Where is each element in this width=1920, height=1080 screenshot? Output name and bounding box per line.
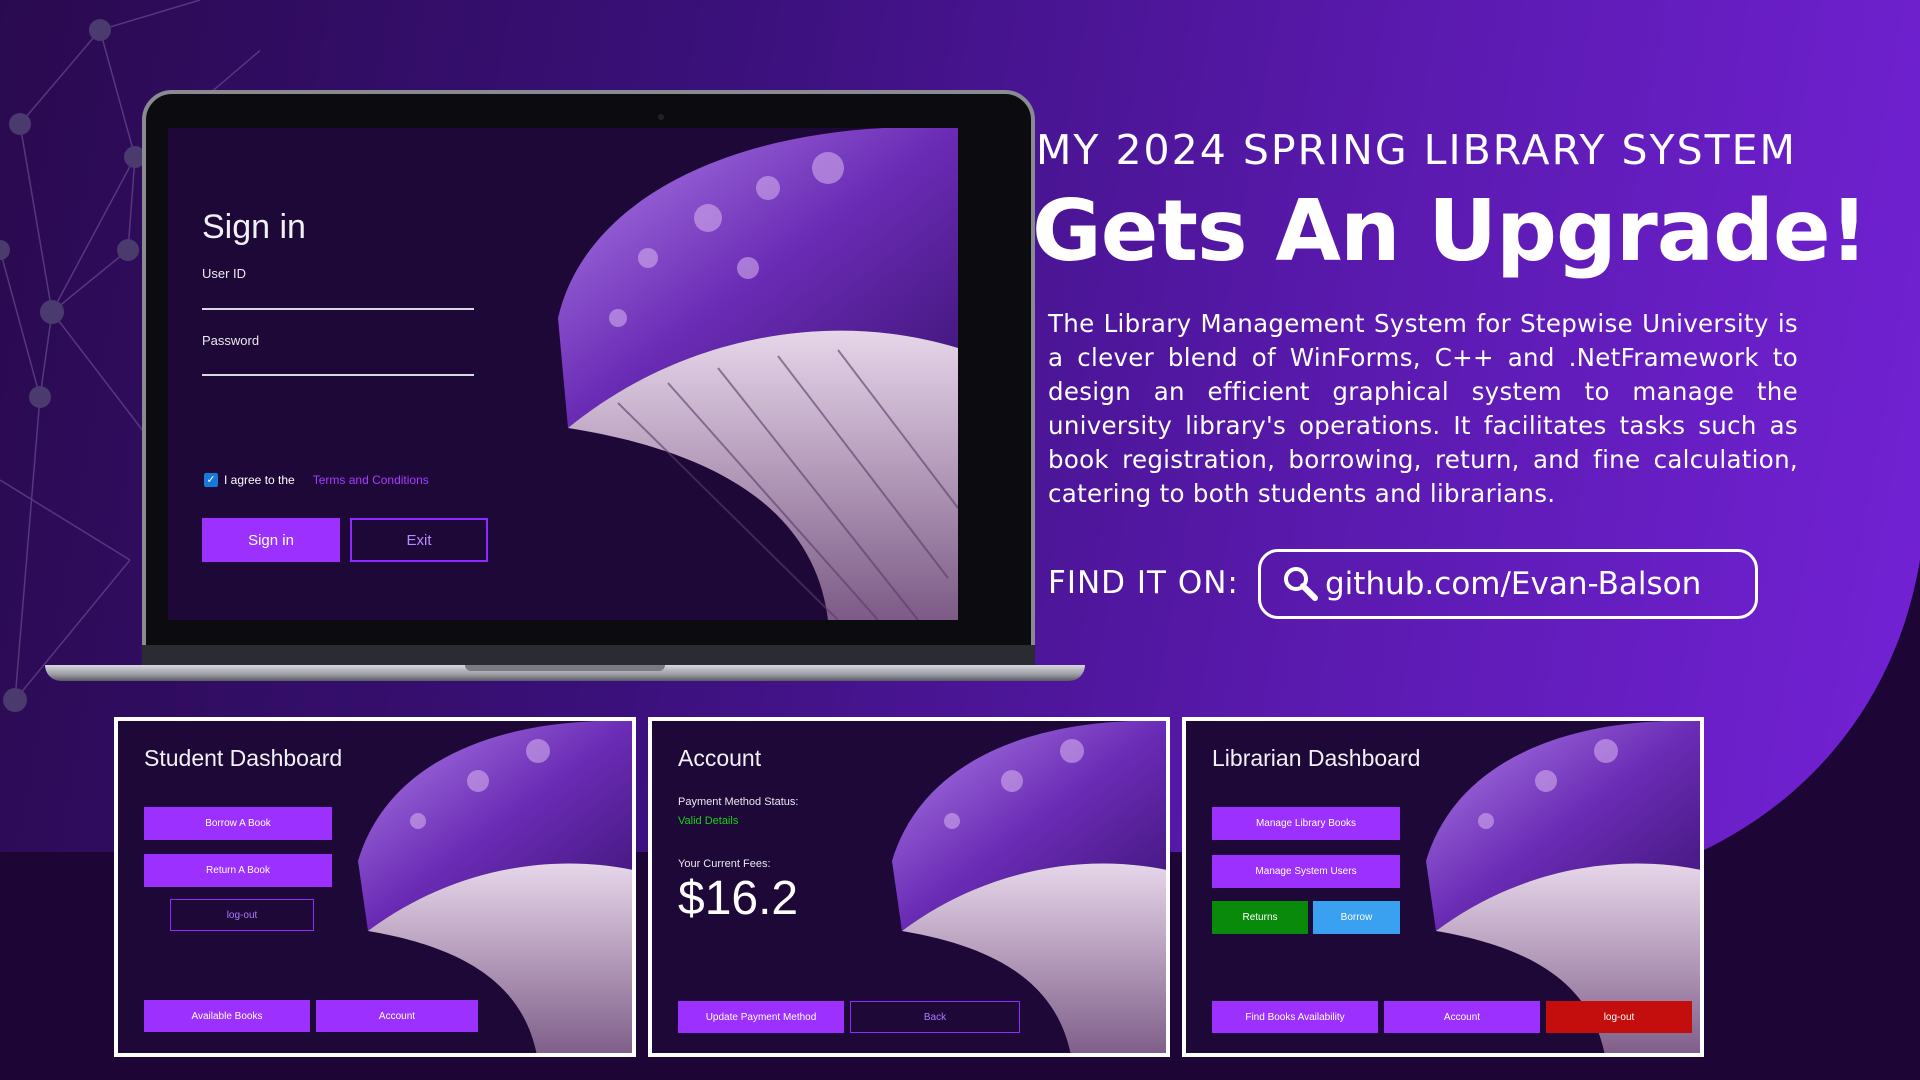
card-title: Librarian Dashboard [1212,745,1421,771]
laptop-notch [465,665,665,671]
manage-books-button[interactable]: Manage Library Books [1212,807,1400,840]
terms-link[interactable]: Terms and Conditions [313,473,429,487]
signin-screen: Sign in User ID Password ✓ I agree to th… [168,128,958,620]
find-books-button[interactable]: Find Books Availability [1212,1001,1378,1033]
password-label: Password [202,333,260,348]
user-id-label: User ID [202,266,247,281]
project-description: The Library Management System for Stepwi… [1048,309,1798,508]
borrow-button[interactable]: Borrow [1313,901,1400,934]
payment-status-label: Payment Method Status: [678,796,799,808]
update-payment-button[interactable]: Update Payment Method [678,1001,844,1033]
student-dashboard-card: Student Dashboard Borrow A Book Return A… [114,717,636,1057]
payment-status-value: Valid Details [678,815,739,827]
headline-title: Gets An Upgrade! [1032,182,1868,281]
search-icon [1284,567,1318,601]
librarian-dashboard-card: Librarian Dashboard Manage Library Books… [1182,717,1704,1057]
account-button[interactable]: Account [316,1000,478,1032]
headline-pretitle: MY 2024 SPRING LIBRARY SYSTEM [1036,126,1797,174]
logout-button[interactable]: log-out [1546,1001,1692,1033]
card-title: Account [678,745,762,771]
password-input[interactable] [202,374,474,376]
signin-title: Sign in [202,208,306,246]
fees-value: $16.2 [678,872,799,925]
logout-button[interactable]: log-out [170,899,314,931]
agree-checkbox[interactable]: ✓ [204,473,218,487]
available-books-button[interactable]: Available Books [144,1000,310,1032]
terms-agreement-row: ✓ I agree to the Terms and Conditions [204,473,429,487]
agree-text: I agree to the [224,473,295,487]
laptop-chin [142,645,1035,665]
mushroom-artwork [558,128,958,620]
fees-label: Your Current Fees: [678,858,771,870]
returns-button[interactable]: Returns [1212,901,1308,934]
back-button[interactable]: Back [850,1001,1020,1033]
account-card: Account Payment Method Status: Valid Det… [648,717,1170,1057]
github-link-pill[interactable]: github.com/Evan-Balson [1258,549,1758,619]
return-book-button[interactable]: Return A Book [144,854,332,887]
manage-users-button[interactable]: Manage System Users [1212,855,1400,888]
signin-button[interactable]: Sign in [202,518,340,562]
github-link-text[interactable]: github.com/Evan-Balson [1325,566,1701,602]
card-title: Student Dashboard [144,745,343,771]
camera-dot [658,114,664,120]
borrow-book-button[interactable]: Borrow A Book [144,807,332,840]
laptop-mockup: Sign in User ID Password ✓ I agree to th… [45,90,1085,690]
account-button[interactable]: Account [1384,1001,1540,1033]
exit-button[interactable]: Exit [350,518,488,562]
find-it-label: FIND IT ON: [1048,565,1239,601]
user-id-input[interactable] [202,308,474,310]
